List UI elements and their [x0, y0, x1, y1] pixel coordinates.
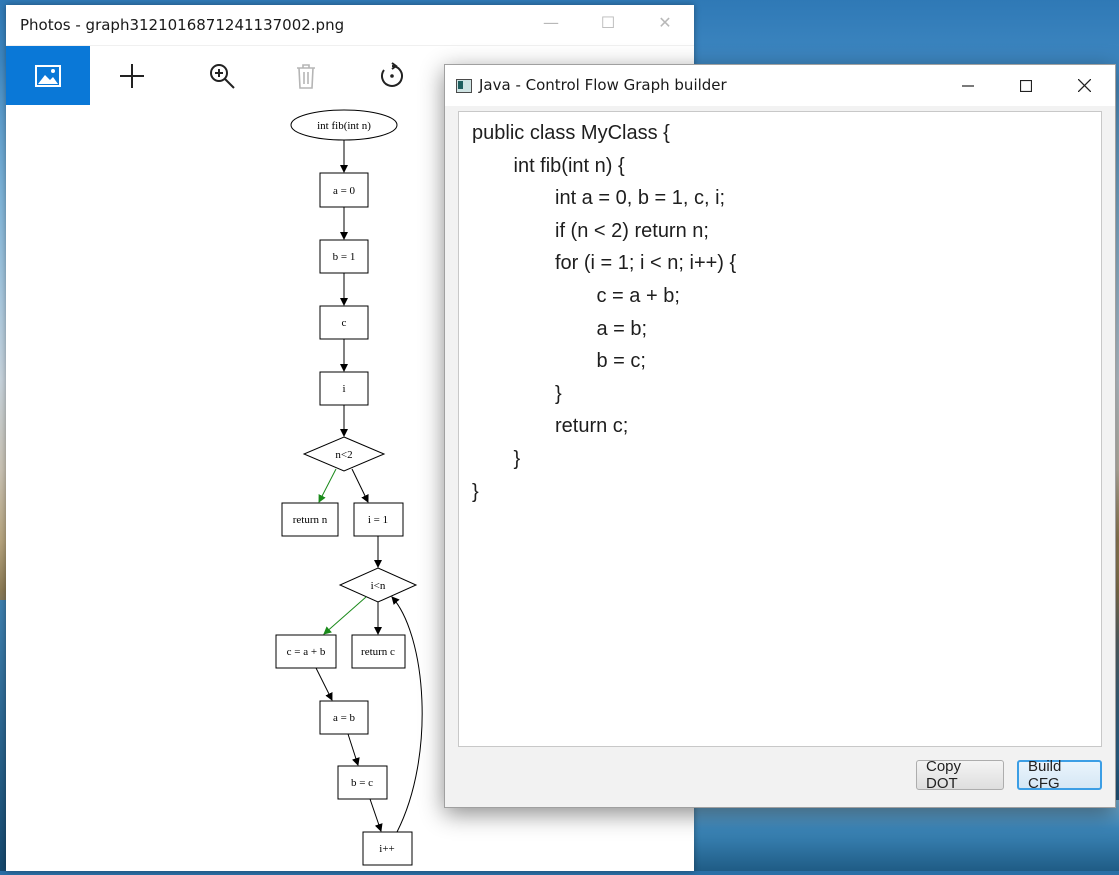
graph-node-label: int fib(int n) [317, 120, 371, 132]
graph-node-label: return c [361, 646, 395, 658]
minimize-icon [962, 84, 974, 87]
graph-edge-true [323, 596, 367, 635]
graph-node-start: int fib(int n) [290, 109, 398, 141]
graph-edge-true [318, 468, 337, 503]
graph-node-i1: i = 1 [353, 502, 404, 537]
graph-node-c: c [319, 305, 369, 340]
graph-node-a-eq-b: a = b [319, 700, 369, 735]
wallpaper-sea [694, 800, 1119, 871]
graph-node-label: b = 1 [333, 251, 356, 263]
cfg-close-button[interactable] [1055, 65, 1113, 106]
photos-window-title: Photos - graph3121016871241137002.png [20, 16, 345, 34]
graph-node-label: i [342, 383, 345, 395]
photos-titlebar[interactable]: Photos - graph3121016871241137002.png — … [6, 5, 694, 46]
zoom-button[interactable] [180, 46, 264, 105]
rotate-icon [381, 61, 403, 87]
code-line: } [513, 448, 521, 470]
graph-node-return-n: return n [281, 502, 339, 537]
graph-node-i: i [319, 371, 369, 406]
cfg-minimize-button[interactable] [939, 65, 997, 106]
plus-icon [120, 63, 144, 88]
code-line: a = b; [596, 317, 648, 340]
graph-node-label: i++ [379, 843, 394, 855]
code-line: c = a + b; [596, 285, 680, 307]
rotate-button[interactable] [350, 46, 434, 105]
cfg-maximize-button[interactable] [997, 65, 1055, 106]
trash-icon [297, 63, 315, 89]
code-line: for (i = 1; i < n; i++) { [555, 252, 737, 275]
add-button[interactable] [90, 46, 174, 105]
image-icon [35, 64, 61, 87]
java-app-icon [456, 79, 472, 93]
cfg-builder-titlebar[interactable]: Java - Control Flow Graph builder [445, 65, 1115, 106]
copy-dot-button[interactable]: Copy DOT [916, 758, 1004, 792]
graph-node-b1: b = 1 [319, 239, 369, 274]
photos-maximize-button[interactable]: ☐ [593, 13, 623, 35]
maximize-icon [1020, 79, 1032, 92]
graph-node-label: return n [293, 514, 328, 526]
graph-node-label: a = b [333, 712, 356, 724]
photos-minimize-button[interactable]: — [536, 13, 566, 35]
delete-button[interactable] [264, 46, 348, 105]
cfg-builder-window: Java - Control Flow Graph builder public… [444, 64, 1116, 808]
code-line: public class MyClass { [472, 122, 670, 144]
code-line: } [472, 480, 479, 503]
graph-node-n2: n<2 [302, 436, 386, 472]
code-line: if (n < 2) return n; [555, 219, 709, 242]
build-cfg-button[interactable]: Build CFG [1017, 758, 1102, 792]
graph-node-label: c = a + b [287, 646, 326, 658]
graph-node-i-plus-plus: i++ [362, 831, 413, 866]
code-line: b = c; [596, 350, 646, 373]
graph-node-label: i = 1 [368, 514, 388, 526]
graph-edge [347, 733, 360, 766]
graph-edge [351, 468, 369, 503]
photos-close-button[interactable]: ✕ [650, 13, 680, 35]
code-line: return c; [555, 415, 629, 438]
graph-edge [315, 667, 333, 701]
graph-node-label: n<2 [335, 449, 352, 461]
graph-node-return-c: return c [351, 634, 406, 669]
graph-edge [369, 798, 383, 832]
graph-node-label: c [342, 317, 347, 329]
graph-node-c-eq-a-plus-b: c = a + b [275, 634, 337, 669]
view-image-button[interactable] [6, 46, 90, 105]
graph-node-label: a = 0 [333, 185, 356, 197]
code-line: } [555, 382, 562, 405]
code-line: int fib(int n) { [513, 154, 625, 177]
graph-node-b-eq-c: b = c [337, 765, 388, 800]
close-icon [1077, 79, 1091, 92]
zoom-in-icon [210, 63, 235, 89]
graph-node-label: i<n [371, 580, 386, 592]
code-line: int a = 0, b = 1, c, i; [555, 187, 726, 210]
graph-node-i-lt-n: i<n [338, 567, 418, 603]
cfg-builder-window-title: Java - Control Flow Graph builder [479, 76, 727, 94]
source-code-editor[interactable]: public class MyClass { int fib(int n) { in… [458, 111, 1102, 747]
graph-node-a0: a = 0 [319, 172, 369, 208]
graph-edge-loop [391, 596, 423, 833]
graph-node-label: b = c [351, 777, 373, 789]
